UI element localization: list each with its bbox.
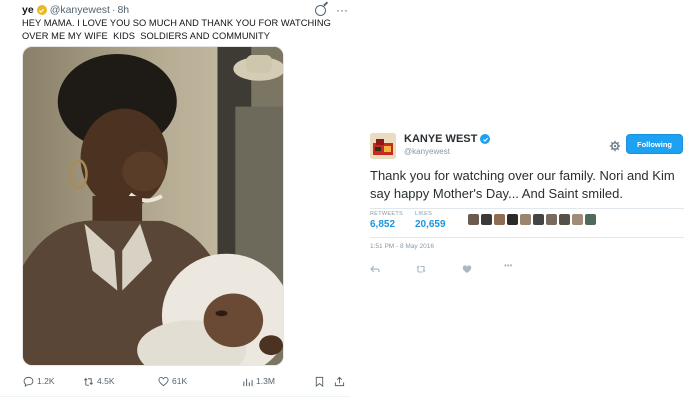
retweets-count: 6,852 [370,219,396,230]
embed-reply-button[interactable] [370,261,380,279]
separator: · [111,4,116,16]
post-action-bar: 1.2K 4.5K 61K 1.3M [22,374,348,388]
views-button[interactable]: 1.3M [242,376,275,387]
embed-handle[interactable]: @kanyewest [404,147,450,156]
views-count: 1.3M [256,376,275,386]
embed-stats: RETWEETS 6,852 LIKES 20,659 [370,211,458,235]
post-time[interactable]: 8h [117,4,129,16]
post-text-line-2: OVER ME MY WIFE KIDS SOLDIERS AND COMMUN… [22,31,270,41]
post-header: ye @kanyewest · 8h ··· [22,3,348,17]
handle[interactable]: @kanyewest [50,4,110,16]
stats-divider-bottom [370,237,684,238]
blue-verified-icon [480,134,491,144]
stats-divider-top [370,208,684,209]
liker-avatars [468,214,596,225]
repost-button[interactable]: 4.5K [83,376,115,387]
reply-icon [23,376,34,387]
grok-icon[interactable] [315,4,326,16]
likes-count: 20,659 [414,219,446,230]
liker-avatar[interactable] [559,214,570,225]
x-post: ye @kanyewest · 8h ··· HEY MAMA. I LOVE … [0,0,350,400]
repost-icon [416,265,426,273]
liker-avatar[interactable] [520,214,531,225]
display-name[interactable]: ye [22,4,34,16]
retweets-label: RETWEETS [370,211,403,217]
embed-timestamp[interactable]: 1:51 PM - 8 May 2016 [370,243,434,250]
liker-avatar[interactable] [572,214,583,225]
embedded-tweet: KANYE WEST @kanyewest Following Thank yo… [360,125,690,280]
liker-avatar[interactable] [533,214,544,225]
views-icon [243,378,253,386]
liker-avatar[interactable] [494,214,505,225]
bookmark-icon [315,376,324,387]
embed-display-name[interactable]: KANYE WEST [404,133,491,145]
retweets-stat[interactable]: RETWEETS 6,852 [370,211,403,235]
like-count: 61K [172,376,188,386]
share-button[interactable] [334,376,345,387]
liker-avatar[interactable] [585,214,596,225]
likes-stat[interactable]: LIKES 20,659 [415,211,446,235]
embed-like-button[interactable] [462,261,472,279]
liker-avatar[interactable] [481,214,492,225]
post-photo[interactable] [22,46,284,366]
embed-more-button[interactable]: ••• [504,261,512,271]
embed-retweet-button[interactable] [416,261,426,279]
like-icon [462,265,472,273]
liker-avatar[interactable] [468,214,479,225]
embed-action-bar: ••• [370,261,570,273]
likes-label: LIKES [414,211,433,217]
repost-count: 4.5K [97,376,115,386]
bookmark-button[interactable] [314,376,325,387]
more-icon[interactable]: ··· [336,4,348,16]
embed-text: Thank you for watching over our family. … [370,168,675,201]
following-button[interactable]: Following [626,134,683,154]
divider [0,396,350,397]
gold-verified-icon [36,5,47,15]
avatar[interactable] [370,133,396,159]
embed-name-text[interactable]: KANYE WEST [404,133,477,145]
gear-icon[interactable] [609,139,621,152]
share-icon [334,376,345,386]
post-text-line-1: HEY MAMA. I LOVE YOU SO MUCH AND THANK Y… [22,18,331,28]
reply-icon [370,265,380,273]
liker-avatar[interactable] [546,214,557,225]
post-text: HEY MAMA. I LOVE YOU SO MUCH AND THANK Y… [22,17,342,43]
reply-count: 1.2K [37,376,55,386]
reply-button[interactable]: 1.2K [23,376,55,387]
like-icon [158,376,169,386]
liker-avatar[interactable] [507,214,518,225]
like-button[interactable]: 61K [158,376,187,387]
repost-icon [84,377,93,386]
